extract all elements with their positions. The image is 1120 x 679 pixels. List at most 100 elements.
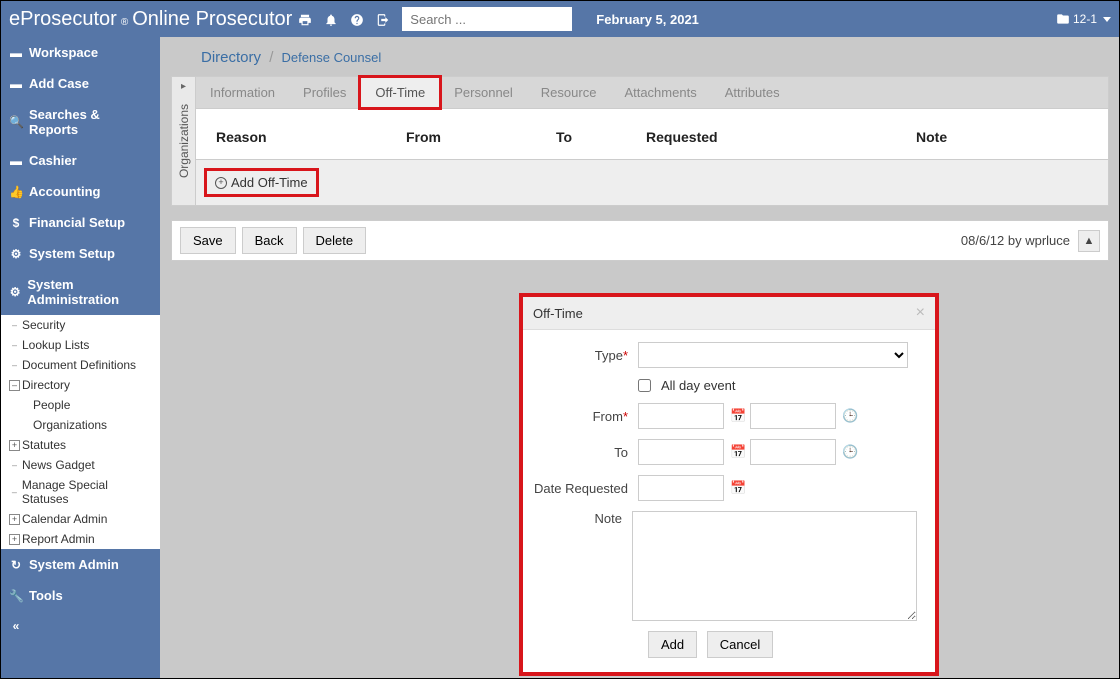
close-icon[interactable]: × — [916, 304, 925, 322]
header-date: February 5, 2021 — [596, 12, 699, 27]
tab-profiles[interactable]: Profiles — [289, 77, 360, 108]
calendar-icon[interactable]: 📅 — [730, 480, 744, 496]
sidebar-item-financial[interactable]: $Financial Setup — [1, 207, 160, 238]
tree-orgs[interactable]: Organizations — [1, 415, 160, 435]
action-row: Save Back Delete 08/6/12 by wprluce ▲ — [171, 220, 1109, 261]
clock-icon[interactable]: 🕒 — [842, 444, 856, 460]
breadcrumb-root[interactable]: Directory — [201, 49, 261, 66]
from-date-input[interactable] — [638, 403, 724, 429]
tree-security[interactable]: –Security — [1, 315, 160, 335]
tree-lookup[interactable]: –Lookup Lists — [1, 335, 160, 355]
sidebar-item-searches[interactable]: 🔍Searches & Reports — [1, 99, 160, 145]
date-requested-input[interactable] — [638, 475, 724, 501]
to-date-input[interactable] — [638, 439, 724, 465]
wrench-icon: 🔧 — [9, 589, 23, 603]
sidebar-item-label: System Administration — [27, 277, 152, 307]
brand-reg: ® — [121, 17, 128, 28]
label-date-requested: Date Requested — [533, 481, 638, 496]
save-button[interactable]: Save — [180, 227, 236, 254]
folder-icon: ▬ — [9, 154, 23, 168]
expand-icon[interactable]: + — [9, 440, 20, 451]
tab-personnel[interactable]: Personnel — [440, 77, 527, 108]
breadcrumb-sep: / — [269, 49, 273, 66]
caret-down-icon — [1103, 17, 1111, 22]
expand-icon[interactable]: + — [9, 534, 20, 545]
expand-icon[interactable]: + — [9, 514, 20, 525]
tree-people[interactable]: People — [1, 395, 160, 415]
tree-docdef[interactable]: –Document Definitions — [1, 355, 160, 375]
add-off-time-label: Add Off-Time — [231, 175, 308, 190]
all-day-checkbox[interactable] — [638, 379, 651, 392]
sidebar-subtree: –Security –Lookup Lists –Document Defini… — [1, 315, 160, 549]
type-select[interactable] — [638, 342, 908, 368]
sidebar-item-system-setup[interactable]: ⚙System Setup — [1, 238, 160, 269]
sidebar-item-sysadmin2[interactable]: ↻ System Admin — [1, 549, 160, 580]
tab-resource[interactable]: Resource — [527, 77, 611, 108]
bell-icon[interactable] — [318, 11, 344, 27]
folder-icon — [1056, 12, 1070, 26]
main-area: Directory / Defense Counsel ▸ Organizati… — [161, 37, 1119, 678]
col-reason: Reason — [216, 129, 406, 145]
chevrons-left-icon: « — [9, 619, 23, 633]
tab-information[interactable]: Information — [196, 77, 289, 108]
note-textarea[interactable] — [632, 511, 917, 621]
sidebar-item-label: Add Case — [29, 76, 89, 91]
tab-attributes[interactable]: Attributes — [711, 77, 794, 108]
folder-dropdown[interactable]: 12-1 — [1056, 12, 1111, 26]
side-tab-organizations[interactable]: ▸ Organizations — [171, 76, 195, 206]
folder-icon: ▬ — [9, 46, 23, 60]
dialog-add-button[interactable]: Add — [648, 631, 697, 658]
collapse-icon[interactable]: – — [9, 380, 20, 391]
top-bar: eProsecutor ® Online Prosecutor February … — [1, 1, 1119, 37]
col-note: Note — [916, 129, 1088, 145]
col-from: From — [406, 129, 556, 145]
breadcrumb-leaf: Defense Counsel — [282, 50, 382, 65]
brand-text-a: eProsecutor — [9, 8, 117, 31]
breadcrumb: Directory / Defense Counsel — [201, 49, 1105, 66]
back-button[interactable]: Back — [242, 227, 297, 254]
sidebar-item-label: System Admin — [29, 557, 119, 572]
sidebar-item-workspace[interactable]: ▬Workspace — [1, 37, 160, 68]
print-icon[interactable] — [292, 11, 318, 27]
refresh-icon: ↻ — [9, 558, 23, 572]
dialog-cancel-button[interactable]: Cancel — [707, 631, 773, 658]
tab-attachments[interactable]: Attachments — [610, 77, 710, 108]
sidebar-item-cashier[interactable]: ▬ Cashier — [1, 145, 160, 176]
from-time-input[interactable] — [750, 403, 836, 429]
search-input[interactable] — [402, 7, 572, 31]
dialog-header: Off-Time × — [523, 297, 935, 330]
sidebar-item-label: Cashier — [29, 153, 77, 168]
sidebar-item-accounting[interactable]: 👍Accounting — [1, 176, 160, 207]
folder-icon: ▬ — [9, 77, 23, 91]
dollar-icon: $ — [9, 216, 23, 230]
sidebar-item-tools[interactable]: 🔧Tools — [1, 580, 160, 611]
tree-statutes[interactable]: +Statutes — [1, 435, 160, 455]
calendar-icon[interactable]: 📅 — [730, 444, 744, 460]
scroll-top-button[interactable]: ▲ — [1078, 230, 1100, 252]
tab-off-time[interactable]: Off-Time — [360, 77, 440, 108]
label-from: From* — [533, 409, 638, 424]
table-header-row: Reason From To Requested Note — [216, 123, 1088, 159]
sidebar-item-sys-admin[interactable]: ⚙System Administration — [1, 269, 160, 315]
tree-rptadmin[interactable]: +Report Admin — [1, 529, 160, 549]
sidebar: ▬Workspace ▬ Add Case 🔍Searches & Reports… — [1, 37, 161, 678]
sidebar-item-add-case[interactable]: ▬ Add Case — [1, 68, 160, 99]
sidebar-item-label: Accounting — [29, 184, 101, 199]
tree-news[interactable]: –News Gadget — [1, 455, 160, 475]
plus-circle-icon: + — [215, 177, 227, 189]
tree-caladmin[interactable]: +Calendar Admin — [1, 509, 160, 529]
to-time-input[interactable] — [750, 439, 836, 465]
calendar-icon[interactable]: 📅 — [730, 408, 744, 424]
search-wrap — [402, 7, 572, 31]
brand-text-b: Online Prosecutor — [132, 8, 292, 31]
help-icon[interactable] — [344, 11, 370, 27]
off-time-dialog: Off-Time × Type* All day event From* — [519, 293, 939, 676]
clock-icon[interactable]: 🕒 — [842, 408, 856, 424]
tree-mss[interactable]: –Manage Special Statuses — [1, 475, 160, 509]
logout-icon[interactable] — [370, 11, 396, 27]
add-off-time-button[interactable]: + Add Off-Time — [204, 168, 319, 197]
sidebar-item-label: System Setup — [29, 246, 115, 261]
delete-button[interactable]: Delete — [303, 227, 367, 254]
sidebar-collapse[interactable]: « — [1, 611, 160, 641]
tree-directory[interactable]: –Directory — [1, 375, 160, 395]
